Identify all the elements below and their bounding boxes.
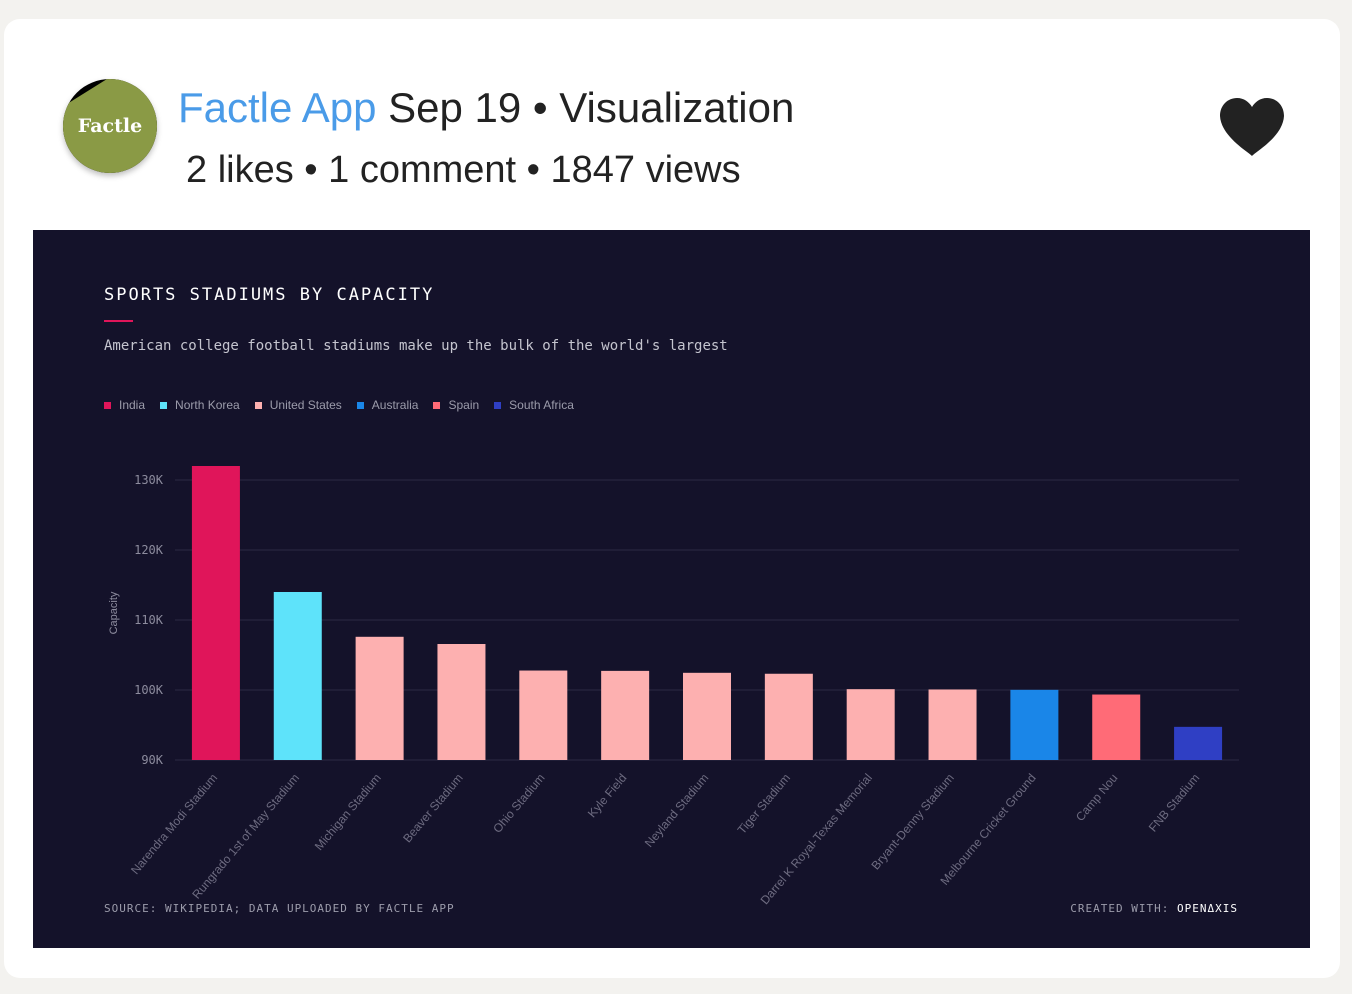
bar <box>764 673 813 760</box>
bar <box>355 636 404 760</box>
x-tick-label: Bryant-Denny Stadium <box>869 771 957 872</box>
bar <box>519 670 568 760</box>
bar <box>928 689 977 760</box>
y-tick-label: 90K <box>141 753 163 767</box>
bar <box>1092 694 1141 760</box>
x-tick-label: Neyland Stadium <box>642 771 711 850</box>
x-tick-label: Michigan Stadium <box>312 771 384 853</box>
post-meta: Sep 19 • Visualization <box>388 84 795 131</box>
created-with: CREATED WITH: OPENΔXIS <box>1070 902 1238 915</box>
bar <box>437 643 486 760</box>
bar <box>1174 726 1223 760</box>
x-tick-label: Tiger Stadium <box>735 771 793 837</box>
x-tick-label: Beaver Stadium <box>400 771 466 845</box>
post-header: Factle App Sep 19 • Visualization <box>178 80 794 136</box>
x-tick-label: Ohio Stadium <box>490 771 547 836</box>
bar <box>1010 689 1059 760</box>
x-tick-label: Narendra Modi Stadium <box>128 771 220 877</box>
source-note: SOURCE: WIKIPEDIA; DATA UPLOADED BY FACT… <box>104 902 455 915</box>
x-tick-label: Kyle Field <box>585 771 630 820</box>
avatar-logo-text: Factle <box>77 115 143 137</box>
avatar[interactable]: Factle <box>63 79 157 173</box>
x-tick-label: Melbourne Cricket Ground <box>937 771 1038 888</box>
y-axis-label: Capacity <box>108 591 120 634</box>
bar <box>683 672 731 760</box>
y-tick-label: 120K <box>134 543 164 557</box>
post-stats: 2 likes • 1 comment • 1847 views <box>186 149 741 191</box>
y-tick-label: 110K <box>134 613 164 627</box>
y-tick-label: 130K <box>134 473 164 487</box>
bar-chart: 90K 100K 110K 120K 130K Capacity Narendra Modi… <box>108 466 1239 907</box>
x-tick-label: Camp Nou <box>1073 771 1121 824</box>
bar <box>846 689 895 760</box>
heart-icon[interactable] <box>1217 96 1287 158</box>
bar <box>273 592 322 760</box>
created-with-label: CREATED WITH: <box>1070 902 1170 915</box>
bar <box>601 670 650 760</box>
chart-panel: SPORTS STADIUMS BY CAPACITY American col… <box>33 230 1310 948</box>
created-with-brand[interactable]: OPENΔXIS <box>1177 902 1238 915</box>
y-tick-label: 100K <box>134 683 164 697</box>
bar <box>191 466 240 760</box>
app-name-link[interactable]: Factle App <box>178 84 376 131</box>
x-tick-label: FNB Stadium <box>1146 771 1203 835</box>
